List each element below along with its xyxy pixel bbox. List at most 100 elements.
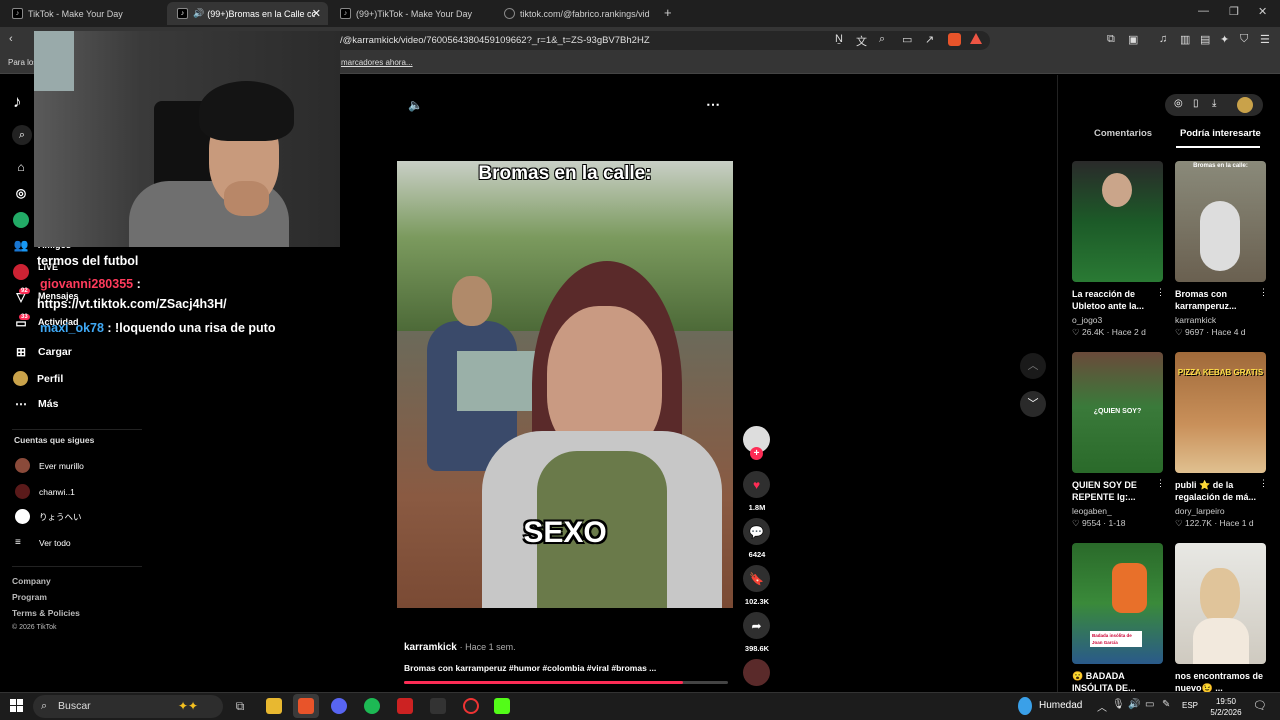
menu-icon[interactable]: ☰ xyxy=(1260,33,1270,46)
network-icon[interactable]: ▭ xyxy=(1145,699,1154,710)
ai-icon[interactable]: ✦ xyxy=(1220,33,1229,46)
clock[interactable]: 19:50 5/2/2026 xyxy=(1206,696,1246,718)
thumb-face xyxy=(1102,173,1132,207)
tiktok-logo-icon[interactable]: ♪ xyxy=(13,92,22,112)
kick-icon[interactable] xyxy=(494,698,510,714)
search-placeholder: Buscar xyxy=(58,700,91,712)
profile-avatar[interactable] xyxy=(1237,97,1253,113)
pen-icon[interactable]: ✎ xyxy=(1162,699,1170,710)
task-view-icon[interactable]: ⧉ xyxy=(232,698,248,714)
video-card[interactable]: PIZZA KEBAB GRATIS publi ⭐ de la regalac… xyxy=(1175,352,1266,529)
app-icon[interactable] xyxy=(430,698,446,714)
old-man-face xyxy=(452,276,492,326)
footer-program[interactable]: Program xyxy=(12,592,47,602)
video-progress-bar[interactable] xyxy=(404,681,728,684)
video-card[interactable]: Badada insólita de Joan García 😮 BADADA … xyxy=(1072,543,1163,694)
active-tab-indicator xyxy=(1176,146,1260,148)
save-button[interactable]: 🔖 xyxy=(743,565,770,592)
taskbar-search[interactable]: ⌕ Buscar ✦✦ xyxy=(33,695,223,718)
notifications-icon[interactable]: 🗨 xyxy=(1253,699,1267,712)
card-author: dory_larpeiro xyxy=(1175,506,1225,516)
bookmarks-link[interactable]: marcadores ahora... xyxy=(341,58,413,67)
previous-video-button[interactable]: ︿ xyxy=(1020,353,1046,379)
translate-off-icon[interactable]: Ṉ xyxy=(835,33,843,45)
weather-label[interactable]: Humedad xyxy=(1039,700,1082,711)
restore-icon[interactable]: ❐ xyxy=(1229,5,1239,18)
footer-copyright: © 2026 TikTok xyxy=(12,624,57,631)
close-window-icon[interactable]: ✕ xyxy=(1258,5,1267,18)
back-icon[interactable]: ‹ xyxy=(9,33,13,45)
brave-shield-icon[interactable] xyxy=(948,33,961,46)
video-card[interactable]: nos encontramos de nuevo😉 ... xyxy=(1175,543,1266,694)
spotify-icon[interactable] xyxy=(364,698,380,714)
windows-start-icon[interactable] xyxy=(10,699,23,712)
footer-company[interactable]: Company xyxy=(12,576,51,586)
volume-icon[interactable]: 🔈 xyxy=(408,98,423,112)
weather-icon[interactable] xyxy=(1018,697,1032,715)
following-account[interactable]: りょうへい xyxy=(15,509,82,524)
browser-tab-4[interactable]: tiktok.com/@fabrico.rankings/video/ xyxy=(494,2,654,25)
video-card[interactable]: Bromas en la calle: Bromas con karramper… xyxy=(1175,161,1266,338)
share-icon[interactable]: ↗ xyxy=(925,33,934,46)
close-tab-icon[interactable]: ✕ xyxy=(312,7,321,20)
upload-icon: ⊞ xyxy=(15,345,27,359)
minimize-icon[interactable]: — xyxy=(1198,5,1209,17)
wallet-icon[interactable]: ▤ xyxy=(1200,33,1210,46)
file-explorer-icon[interactable] xyxy=(266,698,282,714)
author-name[interactable]: karramkick xyxy=(404,642,457,653)
browser-tab-3[interactable]: ♪ (99+)TikTok - Make Your Day xyxy=(330,2,490,25)
extensions-icon[interactable]: ⧉ xyxy=(1107,33,1115,46)
browser-tab-bar: ♪ TikTok - Make Your Day ♪ 🔊 (99+)Bromas… xyxy=(0,0,1280,27)
card-more-icon[interactable]: ⋮ xyxy=(1156,478,1165,489)
download-icon[interactable]: ⤓ xyxy=(1212,98,1216,109)
screenshot-icon[interactable]: ▣ xyxy=(1128,33,1138,46)
voicemeeter-icon[interactable] xyxy=(397,698,413,714)
nav-profile[interactable]: Perfil xyxy=(13,371,63,386)
footer-terms[interactable]: Terms & Policies xyxy=(12,608,80,618)
phone-icon[interactable]: ▯ xyxy=(1193,98,1199,109)
translate-icon[interactable]: 文 xyxy=(856,33,867,49)
video-card[interactable]: La reacción de Ubletoo ante la... o_jogo… xyxy=(1072,161,1163,338)
card-more-icon[interactable]: ⋮ xyxy=(1259,478,1268,489)
language-indicator[interactable]: ESP xyxy=(1182,701,1198,710)
tab-recommended[interactable]: Podría interesarte xyxy=(1180,128,1261,139)
vpn-icon[interactable]: ⛉ xyxy=(1240,33,1248,46)
search-icon[interactable]: ⌕ xyxy=(12,125,32,145)
like-button[interactable]: ♥ xyxy=(743,471,770,498)
microphone-icon[interactable]: 🎙 xyxy=(1112,699,1125,710)
browser-tab-1[interactable]: ♪ TikTok - Make Your Day xyxy=(2,2,165,25)
address-bar[interactable]: /@karramkick/video/7600564380459109662?_… xyxy=(300,31,990,50)
nav-upload[interactable]: ⊞ Cargar xyxy=(13,345,72,359)
more-options-icon[interactable]: ⋯ xyxy=(706,96,720,113)
video-player[interactable]: Bromas en la calle: SEXO xyxy=(397,161,733,608)
next-video-button[interactable]: ﹀ xyxy=(1020,391,1046,417)
new-tab-icon[interactable]: + xyxy=(664,5,672,20)
following-account[interactable]: Ever murillo xyxy=(15,458,84,473)
compass-icon[interactable]: ◎ xyxy=(1174,98,1183,109)
obs-icon[interactable] xyxy=(463,698,479,714)
brave-rewards-icon[interactable] xyxy=(970,33,982,44)
card-more-icon[interactable]: ⋮ xyxy=(1156,287,1165,298)
tab-comments[interactable]: Comentarios xyxy=(1094,128,1152,139)
nav-more[interactable]: ⋯ Más xyxy=(13,397,58,411)
tray-chevron-icon[interactable]: ︿ xyxy=(1097,699,1107,714)
music-icon[interactable]: ♫ xyxy=(1159,33,1167,45)
comment-button[interactable]: 💬 xyxy=(743,518,770,545)
share-button[interactable]: ➦ xyxy=(743,612,770,639)
card-more-icon[interactable]: ⋮ xyxy=(1259,287,1268,298)
card-title: La reacción de Ubletoo ante la... xyxy=(1072,289,1145,311)
video-card[interactable]: ¿QUIEN SOY? QUIEN SOY DE REPENTE Ig:... … xyxy=(1072,352,1163,529)
follow-plus-icon[interactable]: + xyxy=(750,447,763,460)
zoom-icon[interactable]: ⌕ xyxy=(879,33,885,46)
browser-tab-2[interactable]: ♪ 🔊 (99+)Bromas en la Calle con k ✕ xyxy=(167,2,328,25)
speaker-icon[interactable]: 🔊 xyxy=(1128,699,1140,710)
following-account[interactable]: chanwi..1 xyxy=(15,484,75,499)
tiktok-icon: ♪ xyxy=(12,8,23,19)
tab-label: (99+)TikTok - Make Your Day xyxy=(356,8,472,19)
see-all-link[interactable]: ≡ Ver todo xyxy=(15,537,71,548)
brave-icon[interactable] xyxy=(298,698,314,714)
cast-icon[interactable]: ▭ xyxy=(902,33,912,46)
sound-disc-icon[interactable] xyxy=(743,659,770,686)
sidebar-icon[interactable]: ▥ xyxy=(1180,33,1190,46)
discord-icon[interactable] xyxy=(331,698,347,714)
